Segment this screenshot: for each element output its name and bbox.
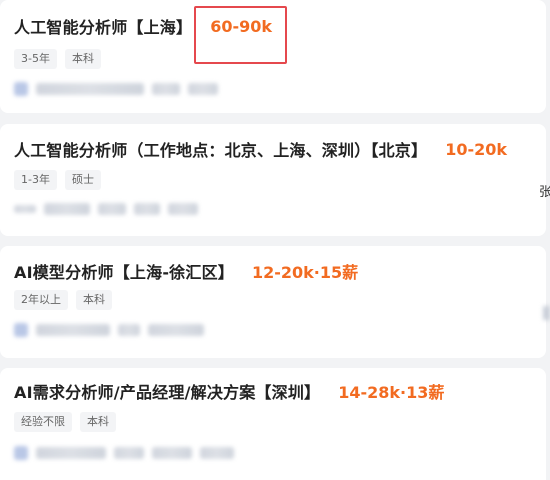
company-info-blurred (14, 82, 218, 96)
job-card-header: AI需求分析师/产品经理/解决方案【深圳】 14-28k·13薪 (14, 379, 444, 403)
education-tag: 硕士 (64, 170, 101, 190)
job-title[interactable]: AI需求分析师/产品经理/解决方案【深圳】 (14, 379, 320, 403)
education-tag: 本科 (80, 412, 116, 432)
job-tags: 3-5年 本科 (14, 49, 101, 69)
company-info-blurred (14, 323, 204, 337)
company-detail-blurred (168, 203, 198, 215)
company-detail-blurred (98, 203, 126, 215)
company-logo (14, 446, 28, 460)
company-info-blurred (14, 203, 198, 215)
company-detail-blurred (134, 203, 160, 215)
company-info-blurred (14, 446, 234, 460)
job-card-header: 人工智能分析师（工作地点：北京、上海、深圳）【北京】 10-20k (14, 137, 507, 161)
company-detail-blurred (152, 83, 180, 95)
job-tags: 2年以上 本科 (14, 290, 112, 310)
company-logo (14, 82, 28, 96)
recruiter-name-truncated: 张 (539, 185, 550, 200)
job-title[interactable]: AI模型分析师【上海-徐汇区】 (14, 259, 234, 283)
company-logo (14, 323, 28, 337)
job-list-page: 人工智能分析师【上海】 60-90k 3-5年 本科 人工智能分析师（工作地点：… (0, 0, 550, 480)
experience-tag: 1-3年 (14, 170, 57, 190)
experience-tag: 2年以上 (14, 290, 68, 310)
company-name-blurred (36, 83, 144, 95)
job-title[interactable]: 人工智能分析师【上海】 (14, 14, 192, 38)
job-title[interactable]: 人工智能分析师（工作地点：北京、上海、深圳）【北京】 (14, 137, 427, 161)
salary: 60-90k (210, 16, 273, 36)
experience-tag: 经验不限 (14, 412, 72, 432)
job-card-header: AI模型分析师【上海-徐汇区】 12-20k·15薪 (14, 259, 358, 283)
company-detail-blurred (118, 324, 140, 336)
company-name-blurred (36, 324, 110, 336)
company-detail-blurred (200, 447, 234, 459)
recruiter-avatar-truncated (543, 306, 550, 320)
company-name-blurred (36, 447, 106, 459)
company-detail-blurred (148, 324, 204, 336)
experience-tag: 3-5年 (14, 49, 57, 69)
education-tag: 本科 (76, 290, 112, 310)
job-tags: 1-3年 硕士 (14, 170, 101, 190)
company-detail-blurred (152, 447, 192, 459)
company-detail-blurred (188, 83, 218, 95)
education-tag: 本科 (64, 49, 101, 69)
company-name-blurred (44, 203, 90, 215)
company-logo (14, 205, 36, 213)
job-card-header: 人工智能分析师【上海】 60-90k (14, 14, 272, 38)
company-detail-blurred (114, 447, 144, 459)
job-tags: 经验不限 本科 (14, 412, 116, 432)
salary: 12-20k·15薪 (251, 263, 359, 282)
salary: 10-20k (445, 139, 508, 159)
salary: 14-28k·13薪 (338, 383, 445, 402)
